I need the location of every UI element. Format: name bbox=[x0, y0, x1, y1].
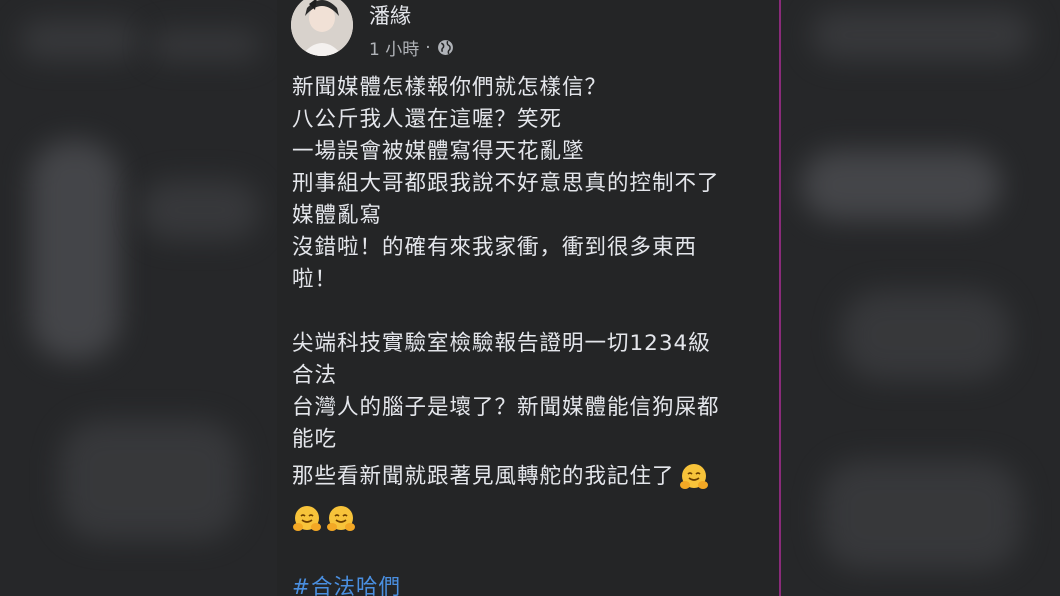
avatar-image bbox=[291, 0, 353, 56]
paragraph-1: 新聞媒體怎樣報你們就怎樣信？ 八公斤我人還在這喔？笑死 一場誤會被媒體寫得天花亂… bbox=[292, 72, 772, 296]
blurred-background-right bbox=[781, 0, 1060, 596]
text-line: 新聞媒體怎樣報你們就怎樣信？ bbox=[292, 75, 608, 100]
facebook-post: 潘緣 1 小時 · 新聞媒體怎樣報你們就怎樣信？ 八公斤我人還在這喔？笑死 一場… bbox=[277, 0, 779, 596]
hashtag-link[interactable]: #合法哈們 bbox=[292, 570, 401, 596]
hugging-face-icon bbox=[293, 506, 321, 531]
hugging-face-icon bbox=[679, 464, 708, 489]
globe-icon[interactable] bbox=[437, 39, 454, 56]
card-edge-divider bbox=[779, 0, 781, 596]
meta-separator: · bbox=[425, 37, 431, 58]
post-body: 新聞媒體怎樣報你們就怎樣信？ 八公斤我人還在這喔？笑死 一場誤會被媒體寫得天花亂… bbox=[292, 72, 772, 540]
hugging-face-icon bbox=[327, 506, 355, 531]
post-timestamp[interactable]: 1 小時 bbox=[369, 35, 419, 60]
text-line: 媒體亂寫 bbox=[292, 203, 383, 228]
text-line: 刑事組大哥都跟我說不好意思真的控制不了 bbox=[292, 171, 720, 196]
emoji-row bbox=[292, 498, 772, 540]
text-line: 八公斤我人還在這喔？笑死 bbox=[292, 107, 563, 132]
avatar[interactable] bbox=[291, 0, 353, 56]
text-line: 台灣人的腦子是壞了？新聞媒體能信狗屎都 bbox=[292, 395, 720, 420]
text-line: 一場誤會被媒體寫得天花亂墜 bbox=[292, 139, 585, 164]
post-meta: 1 小時 · bbox=[369, 35, 454, 60]
text-line: 能吃 bbox=[292, 427, 338, 452]
closing-text: 那些看新聞就跟著見風轉舵的我記住了 bbox=[292, 464, 675, 489]
blurred-background-left bbox=[0, 0, 277, 596]
text-line: 沒錯啦！的確有來我家衝，衝到很多東西 bbox=[292, 235, 698, 260]
text-line: 尖端科技實驗室檢驗報告證明一切1234級 bbox=[292, 331, 711, 356]
text-line: 啦！ bbox=[292, 267, 338, 292]
author-name[interactable]: 潘緣 bbox=[369, 0, 411, 30]
closing-line: 那些看新聞就跟著見風轉舵的我記住了 bbox=[292, 456, 772, 498]
paragraph-2: 尖端科技實驗室檢驗報告證明一切1234級 合法 台灣人的腦子是壞了？新聞媒體能信… bbox=[292, 328, 772, 456]
text-line: 合法 bbox=[292, 363, 338, 388]
